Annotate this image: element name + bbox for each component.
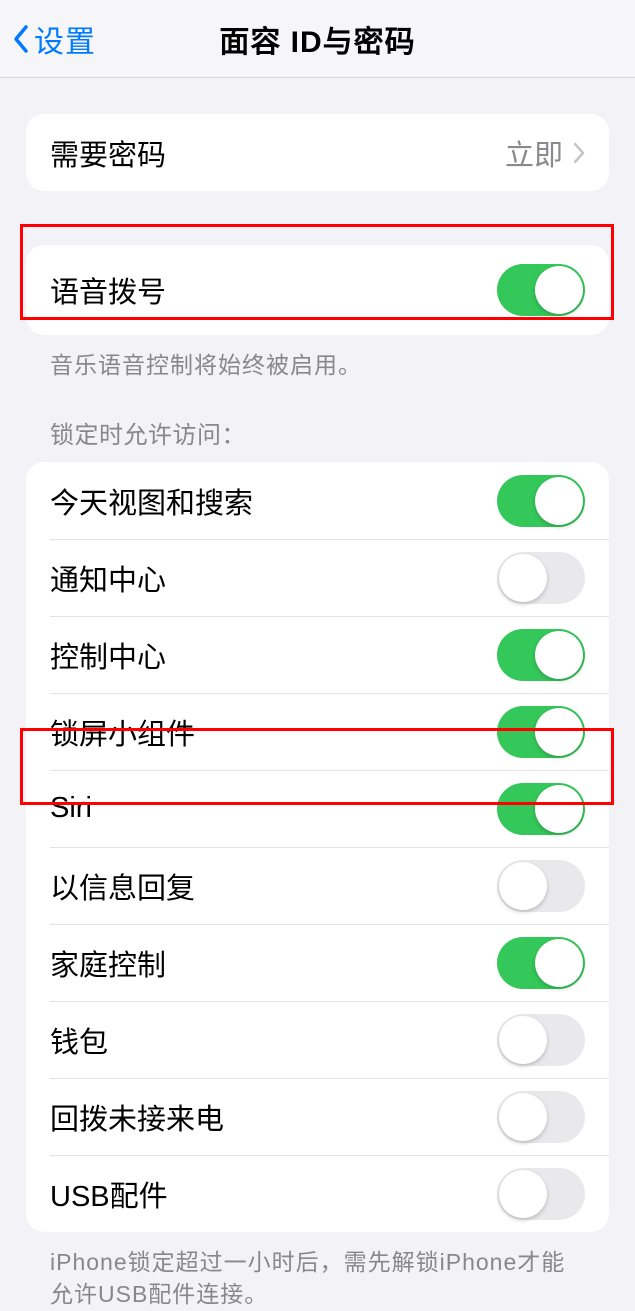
row-lock-access-item: Siri	[26, 770, 609, 847]
row-lock-access-item: 钱包	[26, 1001, 609, 1078]
lock-access-item-toggle[interactable]	[497, 1091, 585, 1143]
voice-dial-footer: 音乐语音控制将始终被启用。	[26, 335, 609, 381]
back-button[interactable]: 设置	[0, 17, 96, 61]
row-lock-access-item: 以信息回复	[26, 847, 609, 924]
lock-access-item-toggle[interactable]	[497, 552, 585, 604]
group-voice-dial: 语音拨号	[26, 245, 609, 335]
navbar: 设置 面容 ID与密码	[0, 0, 635, 78]
lock-access-header: 锁定时允许访问：	[26, 415, 609, 462]
lock-access-item-toggle[interactable]	[497, 937, 585, 989]
lock-access-item-toggle[interactable]	[497, 1168, 585, 1220]
lock-access-item-label: 控制中心	[50, 634, 166, 676]
row-lock-access-item: 家庭控制	[26, 924, 609, 1001]
chevron-right-icon	[573, 142, 585, 164]
lock-access-item-label: 锁屏小组件	[50, 711, 195, 753]
back-label: 设置	[34, 17, 96, 61]
lock-access-item-label: USB配件	[50, 1173, 168, 1215]
row-lock-access-item: 今天视图和搜索	[26, 462, 609, 539]
row-lock-access-item: 回拨未接来电	[26, 1078, 609, 1155]
lock-access-item-label: 通知中心	[50, 557, 166, 599]
row-lock-access-item: 控制中心	[26, 616, 609, 693]
lock-access-item-label: 以信息回复	[50, 865, 195, 907]
lock-access-item-label: 钱包	[50, 1019, 108, 1061]
row-voice-dial: 语音拨号	[26, 245, 609, 335]
page-title: 面容 ID与密码	[219, 17, 415, 61]
row-lock-access-item: 通知中心	[26, 539, 609, 616]
row-require-passcode[interactable]: 需要密码 立即	[26, 114, 609, 191]
row-lock-access-item: 锁屏小组件	[26, 693, 609, 770]
row-lock-access-item: USB配件	[26, 1155, 609, 1232]
lock-access-footer: iPhone锁定超过一小时后，需先解锁iPhone才能允许USB配件连接。	[26, 1232, 609, 1310]
lock-access-item-toggle[interactable]	[497, 860, 585, 912]
lock-access-item-label: 回拨未接来电	[50, 1096, 224, 1138]
voice-dial-label: 语音拨号	[50, 269, 166, 311]
lock-access-item-toggle[interactable]	[497, 475, 585, 527]
lock-access-item-toggle[interactable]	[497, 706, 585, 758]
require-passcode-value: 立即	[505, 132, 563, 174]
require-passcode-label: 需要密码	[50, 132, 166, 174]
chevron-left-icon	[12, 24, 30, 54]
lock-access-item-label: Siri	[50, 792, 92, 825]
group-lock-access: 今天视图和搜索通知中心控制中心锁屏小组件 Siri 以信息回复家庭控制钱包回拨未接来…	[26, 462, 609, 1232]
group-passcode: 需要密码 立即	[26, 114, 609, 191]
lock-access-item-toggle[interactable]	[497, 783, 585, 835]
voice-dial-toggle[interactable]	[497, 264, 585, 316]
lock-access-item-label: 今天视图和搜索	[50, 480, 253, 522]
lock-access-item-toggle[interactable]	[497, 629, 585, 681]
lock-access-item-toggle[interactable]	[497, 1014, 585, 1066]
lock-access-item-label: 家庭控制	[50, 942, 166, 984]
